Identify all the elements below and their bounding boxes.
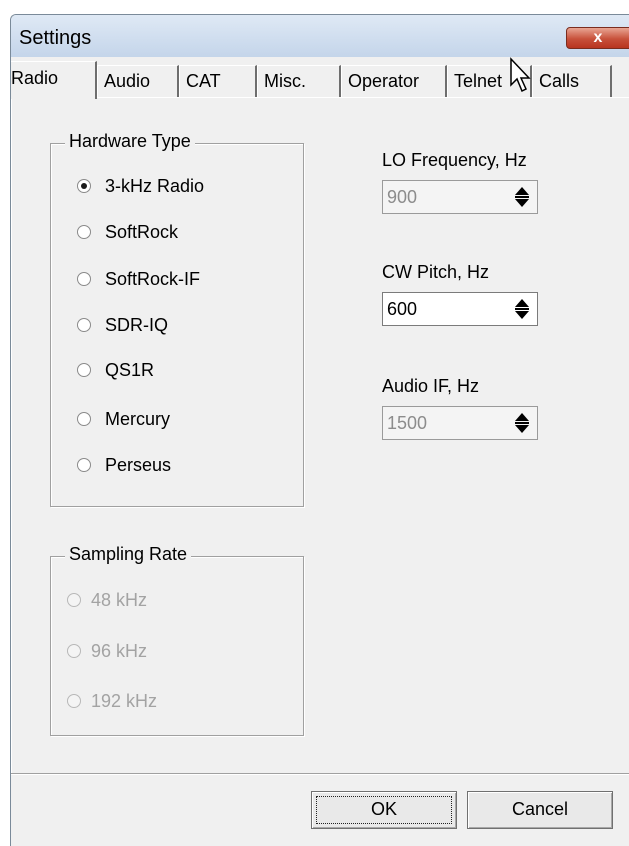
radio-icon — [67, 694, 81, 708]
option-label: Perseus — [105, 455, 172, 475]
lo-frequency-value: 900 — [387, 187, 418, 207]
radio-qs1r[interactable]: QS1R — [77, 360, 154, 384]
audio-if-spinbox[interactable]: 1500 — [382, 406, 538, 440]
spin-arrows-icon[interactable] — [513, 185, 531, 209]
radio-icon — [77, 272, 91, 286]
radio-sdr-iq[interactable]: SDR-IQ — [77, 315, 168, 339]
option-label: 3-kHz Radio — [105, 176, 205, 196]
tab-radio[interactable]: Radio — [11, 61, 97, 99]
lo-frequency-label: LO Frequency, Hz — [382, 150, 527, 170]
radio-48khz[interactable]: 48 kHz — [67, 590, 147, 614]
tab-misc[interactable]: Misc. — [257, 65, 341, 97]
radio-perseus[interactable]: Perseus — [77, 455, 171, 479]
option-label: SoftRock-IF — [105, 269, 201, 289]
cw-pitch-spinbox[interactable]: 600 — [382, 292, 538, 326]
lo-frequency-spinbox[interactable]: 900 — [382, 180, 538, 214]
spin-arrows-icon[interactable] — [513, 411, 531, 435]
tab-audio[interactable]: Audio — [97, 65, 179, 97]
option-label: SoftRock — [105, 222, 179, 242]
radio-icon — [77, 458, 91, 472]
close-button[interactable]: x — [566, 27, 629, 49]
window-title: Settings — [19, 27, 92, 49]
focus-rect — [316, 796, 452, 824]
option-label: 192 kHz — [91, 691, 158, 711]
title-bar[interactable]: Settings x — [11, 15, 629, 57]
sampling-rate-legend: Sampling Rate — [65, 544, 192, 565]
option-label: 96 kHz — [91, 641, 148, 661]
tab-label: Operator — [348, 71, 420, 91]
cw-pitch-label: CW Pitch, Hz — [382, 262, 490, 282]
footer-separator — [11, 773, 629, 775]
radio-tab-panel: Hardware Type 3-kHz Radio SoftRock SoftR… — [11, 97, 629, 773]
radio-icon — [67, 593, 81, 607]
radio-selected-icon — [77, 179, 91, 193]
radio-3khz-radio[interactable]: 3-kHz Radio — [77, 176, 204, 200]
audio-if-value: 1500 — [387, 413, 428, 433]
hardware-type-legend: Hardware Type — [65, 131, 195, 152]
tab-operator[interactable]: Operator — [341, 65, 447, 97]
hardware-type-group: Hardware Type 3-kHz Radio SoftRock SoftR… — [50, 131, 304, 507]
option-label: QS1R — [105, 360, 155, 380]
radio-96khz[interactable]: 96 kHz — [67, 641, 147, 665]
tab-cat[interactable]: CAT — [179, 65, 257, 97]
radio-icon — [77, 363, 91, 377]
settings-window: Settings x Radio Audio CAT Misc. Operato… — [10, 14, 629, 846]
spin-arrows-icon[interactable] — [513, 297, 531, 321]
audio-if-label: Audio IF, Hz — [382, 376, 480, 396]
cw-pitch-value: 600 — [387, 299, 418, 319]
ok-button[interactable]: OK — [311, 791, 457, 829]
radio-icon — [77, 412, 91, 426]
option-label: SDR-IQ — [105, 315, 168, 335]
radio-softrock-if[interactable]: SoftRock-IF — [77, 269, 200, 293]
option-label: Mercury — [105, 409, 171, 429]
radio-icon — [77, 225, 91, 239]
tab-label: CAT — [186, 71, 221, 91]
cancel-label: Cancel — [511, 799, 569, 819]
sampling-rate-group: Sampling Rate 48 kHz 96 kHz 192 kHz — [50, 544, 304, 736]
tab-label: Telnet — [454, 71, 503, 91]
radio-mercury[interactable]: Mercury — [77, 409, 170, 433]
radio-softrock[interactable]: SoftRock — [77, 222, 178, 246]
radio-icon — [77, 318, 91, 332]
close-icon: x — [593, 29, 603, 46]
tab-label: Calls — [539, 71, 580, 91]
radio-192khz[interactable]: 192 kHz — [67, 691, 157, 715]
tab-label: Misc. — [264, 71, 306, 91]
tab-label: Audio — [104, 71, 151, 91]
radio-icon — [67, 644, 81, 658]
mouse-cursor-icon — [510, 57, 531, 93]
option-label: 48 kHz — [91, 590, 148, 610]
cancel-button[interactable]: Cancel — [467, 791, 613, 829]
tab-label: Radio — [11, 68, 59, 88]
tab-calls[interactable]: Calls — [532, 65, 612, 97]
